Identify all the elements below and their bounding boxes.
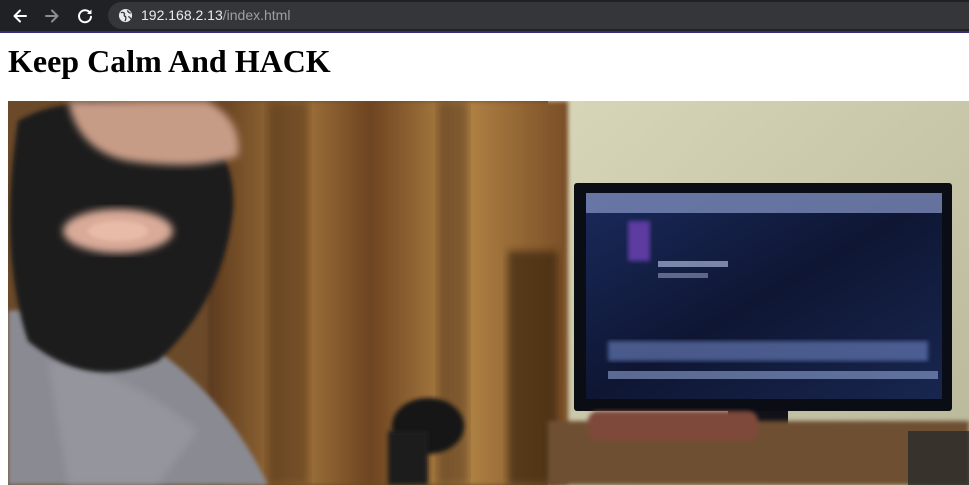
- back-button[interactable]: [9, 5, 31, 27]
- url-host: 192.168.2.13: [141, 7, 223, 23]
- photo-illustration: [8, 101, 969, 485]
- browser-toolbar: 192.168.2.13/index.html: [0, 0, 969, 33]
- reload-icon: [78, 9, 92, 24]
- reload-button[interactable]: [74, 5, 96, 27]
- arrow-left-icon: [13, 9, 27, 23]
- address-bar[interactable]: 192.168.2.13/index.html: [108, 2, 969, 29]
- forward-button[interactable]: [41, 5, 63, 27]
- page-heading: Keep Calm And HACK: [8, 43, 331, 79]
- hacker-photo: [8, 101, 969, 485]
- arrow-right-icon: [45, 9, 59, 23]
- url-path: /index.html: [222, 7, 291, 23]
- globe-icon[interactable]: [118, 8, 133, 23]
- url-text[interactable]: 192.168.2.13/index.html: [141, 6, 290, 25]
